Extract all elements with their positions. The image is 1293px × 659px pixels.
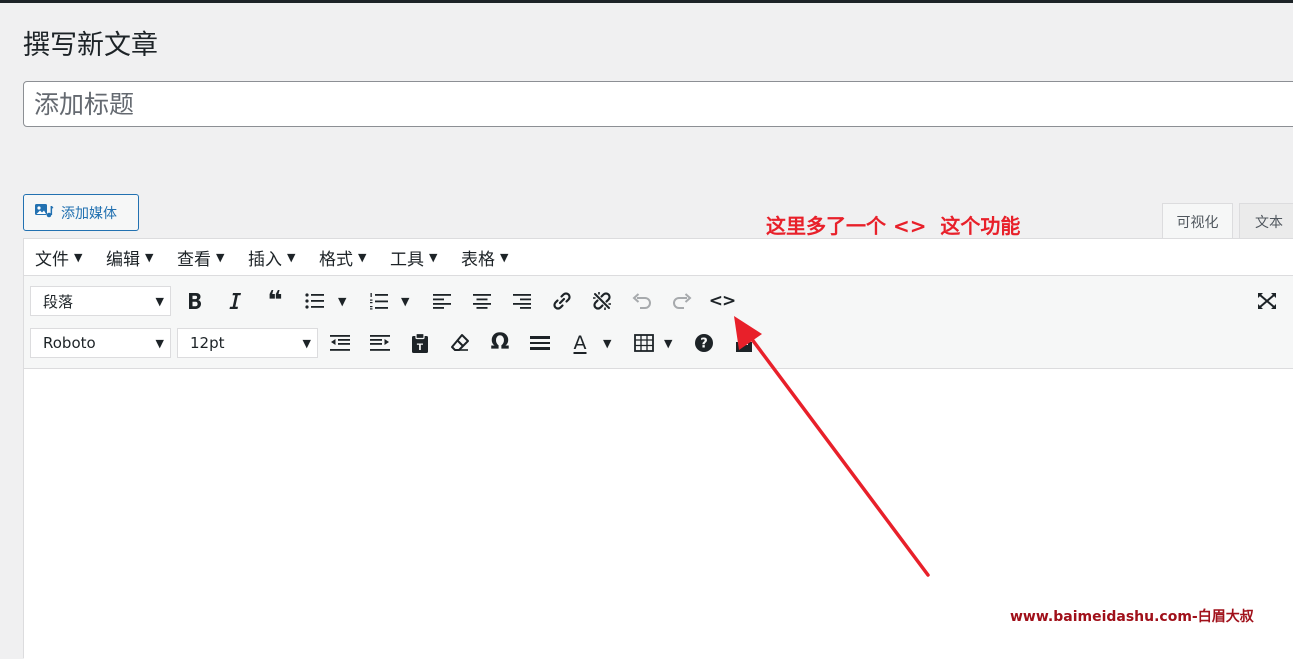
admin-top-bar [0,0,1293,3]
indent-icon [370,335,390,351]
bold-icon [189,293,201,309]
add-media-label: 添加媒体 [61,205,117,222]
italic-button[interactable] [220,286,250,316]
undo-icon [632,293,651,309]
tab-visual[interactable]: 可视化 [1162,203,1233,239]
caret-down-icon: ▼ [429,251,438,264]
align-right-button[interactable] [507,286,537,316]
caret-down-icon: ▼ [500,251,509,264]
table-dropdown[interactable]: ▼ [664,337,672,350]
bullet-list-button[interactable] [300,286,330,316]
code-button[interactable]: <> [707,286,737,316]
menu-insert-label: 插入 [248,250,282,270]
link-icon [553,292,571,310]
italic-icon [229,293,241,309]
omega-icon: Ω [490,330,510,355]
tab-text[interactable]: 文本 [1239,203,1293,239]
quote-icon: ❝ [267,286,283,316]
help-button[interactable]: ? [689,328,719,358]
bullet-list-icon [305,293,324,309]
redo-button[interactable] [667,286,697,316]
editor-toolbar: 段落 ▼ ❝ ▼ ▼ <> Roboto ▼ 12pt ▼ T Ω A ▼ ▼ … [24,276,1293,369]
font-size-value: 12pt [190,334,225,352]
align-left-icon [433,294,451,309]
text-color-button[interactable]: A [565,328,595,358]
blockquote-button[interactable]: ❝ [260,286,290,316]
menu-view[interactable]: 查看 ▼ [177,239,224,276]
align-right-icon [513,294,531,309]
redo-icon [673,293,692,309]
table-icon [634,334,654,352]
undo-button[interactable] [627,286,657,316]
table-button[interactable] [629,328,659,358]
paragraph-format-value: 段落 [43,292,74,311]
font-size-select[interactable]: 12pt ▼ [177,328,318,358]
outdent-icon [330,335,350,351]
numbered-list-icon [370,293,388,310]
media-icon [34,202,54,224]
help-icon: ? [695,334,713,352]
unlink-icon [593,292,611,310]
page-title: 撰写新文章 [23,30,158,61]
menu-format-label: 格式 [319,250,353,270]
post-title-input[interactable] [23,81,1293,127]
text-color-dropdown[interactable]: ▼ [603,337,611,350]
menu-view-label: 查看 [177,250,211,270]
caret-down-icon: ▼ [358,251,367,264]
bullet-list-dropdown[interactable]: ▼ [338,295,346,308]
menu-tools-label: 工具 [390,250,424,270]
annotation-note: 这里多了一个 <> 这个功能 [766,214,1021,238]
menu-insert[interactable]: 插入 ▼ [248,239,295,276]
clear-formatting-button[interactable] [445,328,475,358]
align-center-icon [473,294,491,309]
menu-edit-label: 编辑 [106,250,140,270]
horizontal-line-icon [530,336,550,350]
menu-tools[interactable]: 工具 ▼ [390,239,437,276]
editor-menubar: 文件 ▼ 编辑 ▼ 查看 ▼ 插入 ▼ 格式 ▼ 工具 ▼ 表格 ▼ [24,239,1293,276]
upload-icon [736,334,752,352]
align-left-button[interactable] [427,286,457,316]
font-family-select[interactable]: Roboto ▼ [30,328,171,358]
caret-down-icon: ▼ [155,295,164,308]
watermark: www.baimeidashu.com-白眉大叔 [1010,609,1254,625]
menu-file[interactable]: 文件 ▼ [35,239,82,276]
caret-down-icon: ▼ [74,251,83,264]
unlink-button[interactable] [587,286,617,316]
menu-table[interactable]: 表格 ▼ [461,239,508,276]
clipboard-icon: T [412,333,428,353]
special-character-button[interactable]: Ω [485,328,515,358]
fullscreen-icon [1258,293,1276,309]
paste-text-button[interactable]: T [405,328,435,358]
fullscreen-button[interactable] [1252,286,1282,316]
caret-down-icon: ▼ [216,251,225,264]
horizontal-line-button[interactable] [525,328,555,358]
numbered-list-dropdown[interactable]: ▼ [401,295,409,308]
bold-button[interactable] [180,286,210,316]
eraser-icon [451,334,469,351]
editor-container: 文件 ▼ 编辑 ▼ 查看 ▼ 插入 ▼ 格式 ▼ 工具 ▼ 表格 ▼ 段落 ▼ ❝ ▼ [23,238,1293,659]
outdent-button[interactable] [325,328,355,358]
font-family-value: Roboto [43,334,96,352]
text-color-icon: A [573,331,587,354]
svg-text:T: T [417,343,424,353]
caret-down-icon: ▼ [145,251,154,264]
menu-table-label: 表格 [461,250,495,270]
caret-down-icon: ▼ [302,337,311,350]
indent-button[interactable] [365,328,395,358]
menu-file-label: 文件 [35,250,69,270]
add-media-button[interactable]: 添加媒体 [23,194,139,231]
caret-down-icon: ▼ [155,337,164,350]
align-center-button[interactable] [467,286,497,316]
upload-button[interactable] [729,328,759,358]
svg-text:?: ? [700,337,708,352]
code-icon: <> [708,290,736,311]
insert-link-button[interactable] [547,286,577,316]
caret-down-icon: ▼ [287,251,296,264]
numbered-list-button[interactable] [364,286,394,316]
menu-edit[interactable]: 编辑 ▼ [106,239,153,276]
paragraph-format-select[interactable]: 段落 ▼ [30,286,171,316]
menu-format[interactable]: 格式 ▼ [319,239,366,276]
